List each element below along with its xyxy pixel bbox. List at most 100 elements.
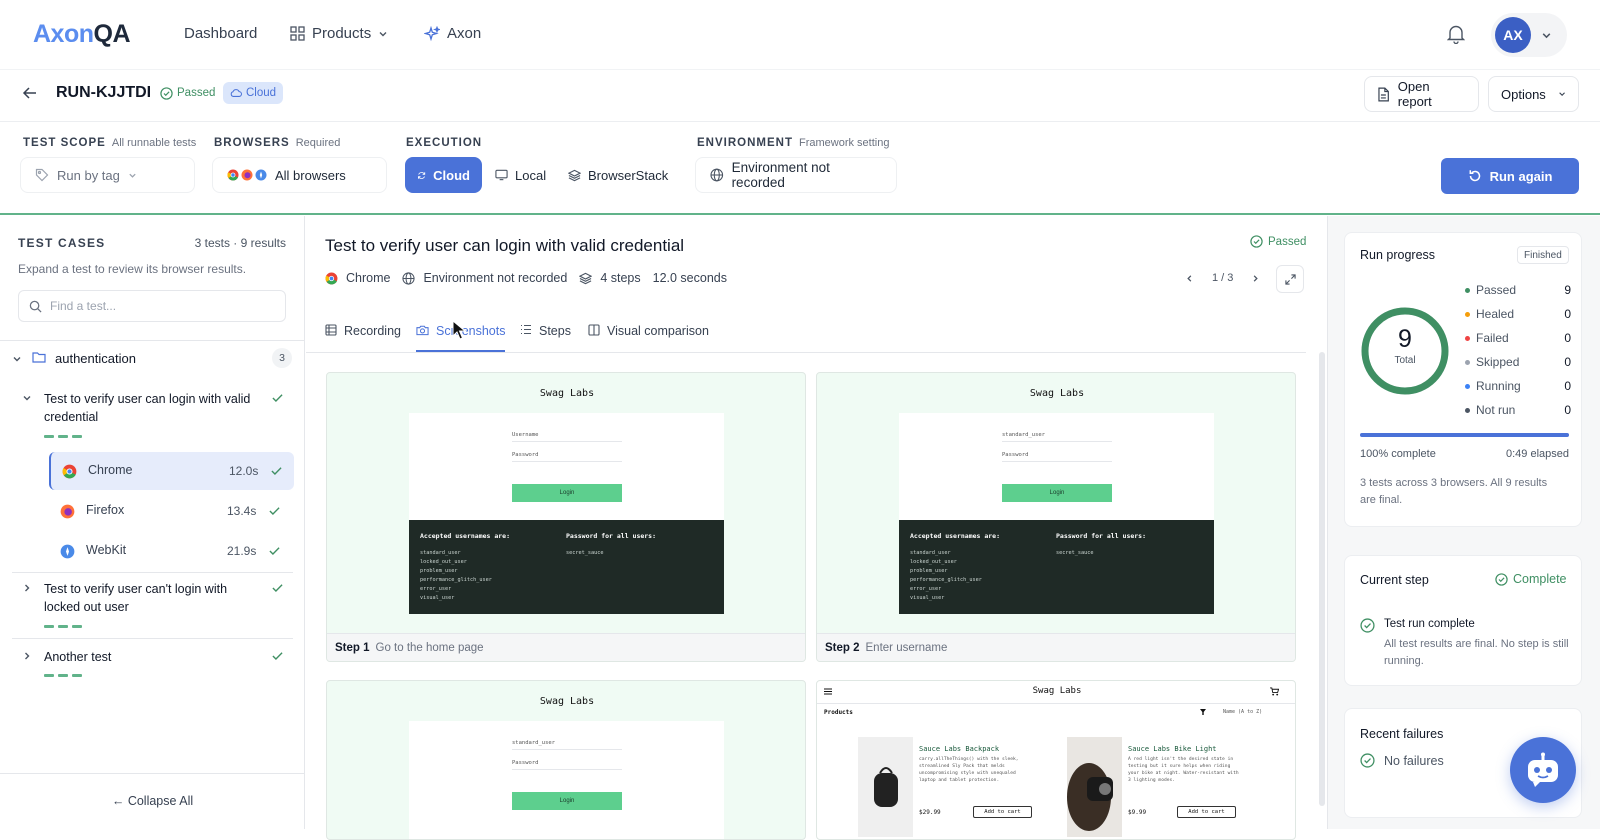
options-button[interactable]: Options [1488, 76, 1579, 112]
run-progress-card: Run progress Finished 9 Total Passed 9 Hea… [1344, 232, 1582, 527]
run-again-button[interactable]: Run again [1441, 158, 1579, 194]
tab-recording[interactable]: Recording [325, 324, 401, 352]
check-icon [269, 507, 280, 516]
recent-failures-title: Recent failures [1360, 727, 1444, 741]
legend-row-skipped: Skipped 0 [1465, 354, 1571, 370]
password-value: secret_sauce [1056, 550, 1094, 556]
app-title: Swag Labs [1032, 686, 1082, 696]
test-scope-label: TEST SCOPE All runnable tests [23, 137, 197, 149]
legend-value: 0 [1564, 379, 1571, 393]
nav-dashboard[interactable]: Dashboard [184, 25, 257, 42]
environment-field[interactable]: Environment not recorded [695, 157, 897, 193]
chrome-icon [62, 464, 77, 479]
screenshot-card-4[interactable]: Swag Labs Products Name (A to Z) Sauce L… [816, 680, 1296, 840]
divider [512, 461, 622, 462]
progress-bar-fill [1360, 433, 1569, 437]
legend-value: 0 [1564, 331, 1571, 345]
tag-icon [35, 168, 49, 182]
user-menu[interactable]: AX [1491, 13, 1567, 57]
browser-result-chrome[interactable]: Chrome 12.0s [49, 452, 294, 490]
browsers-select[interactable]: All browsers [212, 157, 387, 193]
divider [1002, 441, 1112, 442]
run-header: RUN-KJJTDI Passed Cloud Open report Opti… [0, 70, 1600, 122]
username-item: error_user [910, 586, 942, 592]
list-icon [521, 324, 531, 335]
test-search-input[interactable]: Find a test... [18, 290, 286, 322]
filter-icon [1200, 709, 1206, 715]
expand-button[interactable] [1276, 265, 1304, 293]
run-by-tag-select[interactable]: Run by tag [20, 157, 195, 193]
execution-local-option[interactable]: Local [483, 157, 558, 193]
test-item-3[interactable]: Another test [0, 648, 305, 670]
execution-cloud-option[interactable]: Cloud [405, 157, 482, 193]
username-item: standard_user [910, 550, 951, 556]
finished-badge: Finished [1517, 246, 1569, 264]
progress-note: 3 tests across 3 browsers. All 9 results… [1360, 477, 1548, 506]
chevron-down-icon [1542, 32, 1551, 38]
legend-label: Passed [1476, 283, 1517, 297]
check-circle-icon [1250, 235, 1263, 248]
username-item: problem_user [420, 568, 458, 574]
nav-products[interactable]: Products [290, 25, 388, 42]
legend-value: 0 [1564, 307, 1571, 321]
run-progress-title: Run progress [1360, 248, 1436, 262]
film-icon [325, 324, 337, 336]
legend-dot [1465, 359, 1470, 365]
group-authentication[interactable]: authentication 3 [0, 344, 305, 374]
screenshot-card-3[interactable]: Swag Labs standard_user Password Login [326, 680, 806, 840]
firefox-icon [241, 169, 253, 181]
test-meta: Chrome Environment not recorded 4 steps … [325, 271, 727, 285]
divider [0, 340, 305, 341]
check-icon [269, 547, 280, 556]
back-arrow-icon[interactable] [22, 85, 38, 101]
screenshot-card-1[interactable]: Swag Labs Username Password Login Accept… [326, 372, 806, 662]
screenshot-card-2[interactable]: Swag Labs standard_user Password Login A… [816, 372, 1296, 662]
legend-label: Running [1476, 379, 1521, 393]
current-step-title: Current step [1360, 573, 1429, 587]
check-icon [272, 394, 283, 403]
columns-icon [588, 324, 600, 336]
bell-icon[interactable] [1447, 24, 1465, 44]
scrollbar[interactable] [1319, 352, 1325, 806]
folder-open-icon [32, 352, 46, 363]
screenshot-caption: Step 2 Enter username [817, 633, 1295, 661]
legend-dot [1465, 287, 1470, 293]
screenshot-caption: Step 1 Go to the home page [327, 633, 805, 661]
execution-label: EXECUTION [406, 137, 483, 149]
refresh-icon [1469, 170, 1480, 182]
test-item-1[interactable]: Test to verify user can login with valid… [0, 390, 305, 432]
product-desc: carry.allTheThings() with the sleek, str… [919, 757, 1019, 783]
elapsed-time: 0:49 elapsed [1506, 448, 1569, 460]
current-step-card: Current step Complete Test run complete … [1344, 555, 1582, 686]
webkit-icon [60, 544, 75, 559]
nav-axon[interactable]: Axon [424, 25, 481, 42]
open-report-button[interactable]: Open report [1364, 76, 1479, 112]
chevron-down-icon [379, 31, 387, 36]
accepted-heading: Accepted usernames are: [910, 532, 1001, 540]
browser-name: Chrome [88, 463, 133, 477]
app-logo[interactable]: AxonQA [33, 20, 130, 49]
password-field: Password [512, 760, 539, 766]
test-cases-title: TEST CASES [18, 236, 106, 250]
collapse-all-button[interactable]: ← Collapse All [0, 794, 305, 808]
current-step-item: Test run complete [1384, 618, 1475, 630]
browser-result-firefox[interactable]: Firefox 13.4s [49, 492, 294, 530]
test-item-2[interactable]: Test to verify user can't login with loc… [0, 580, 305, 622]
no-failures-text: No failures [1384, 754, 1444, 768]
result-pager: 1 / 3 [1185, 272, 1260, 284]
chevron-down-icon [23, 396, 31, 401]
chevron-left-icon[interactable] [1185, 274, 1194, 283]
assistant-bot-button[interactable] [1510, 737, 1576, 803]
chevron-right-icon[interactable] [1251, 274, 1260, 283]
browser-result-webkit[interactable]: WebKit 21.9s [49, 532, 294, 570]
test-name: Test to verify user can't login with loc… [44, 582, 228, 614]
monitor-icon [495, 169, 508, 181]
password-value: secret_sauce [566, 550, 604, 556]
browser-time: 21.9s [227, 544, 257, 558]
browser-time: 12.0s [229, 464, 259, 478]
tab-steps[interactable]: Steps [520, 324, 571, 352]
legend-row-passed: Passed 9 [1465, 282, 1571, 298]
test-cases-help: Expand a test to review its browser resu… [18, 262, 247, 276]
tab-visual-comparison[interactable]: Visual comparison [588, 324, 709, 352]
execution-browserstack-option[interactable]: BrowserStack [556, 157, 680, 193]
